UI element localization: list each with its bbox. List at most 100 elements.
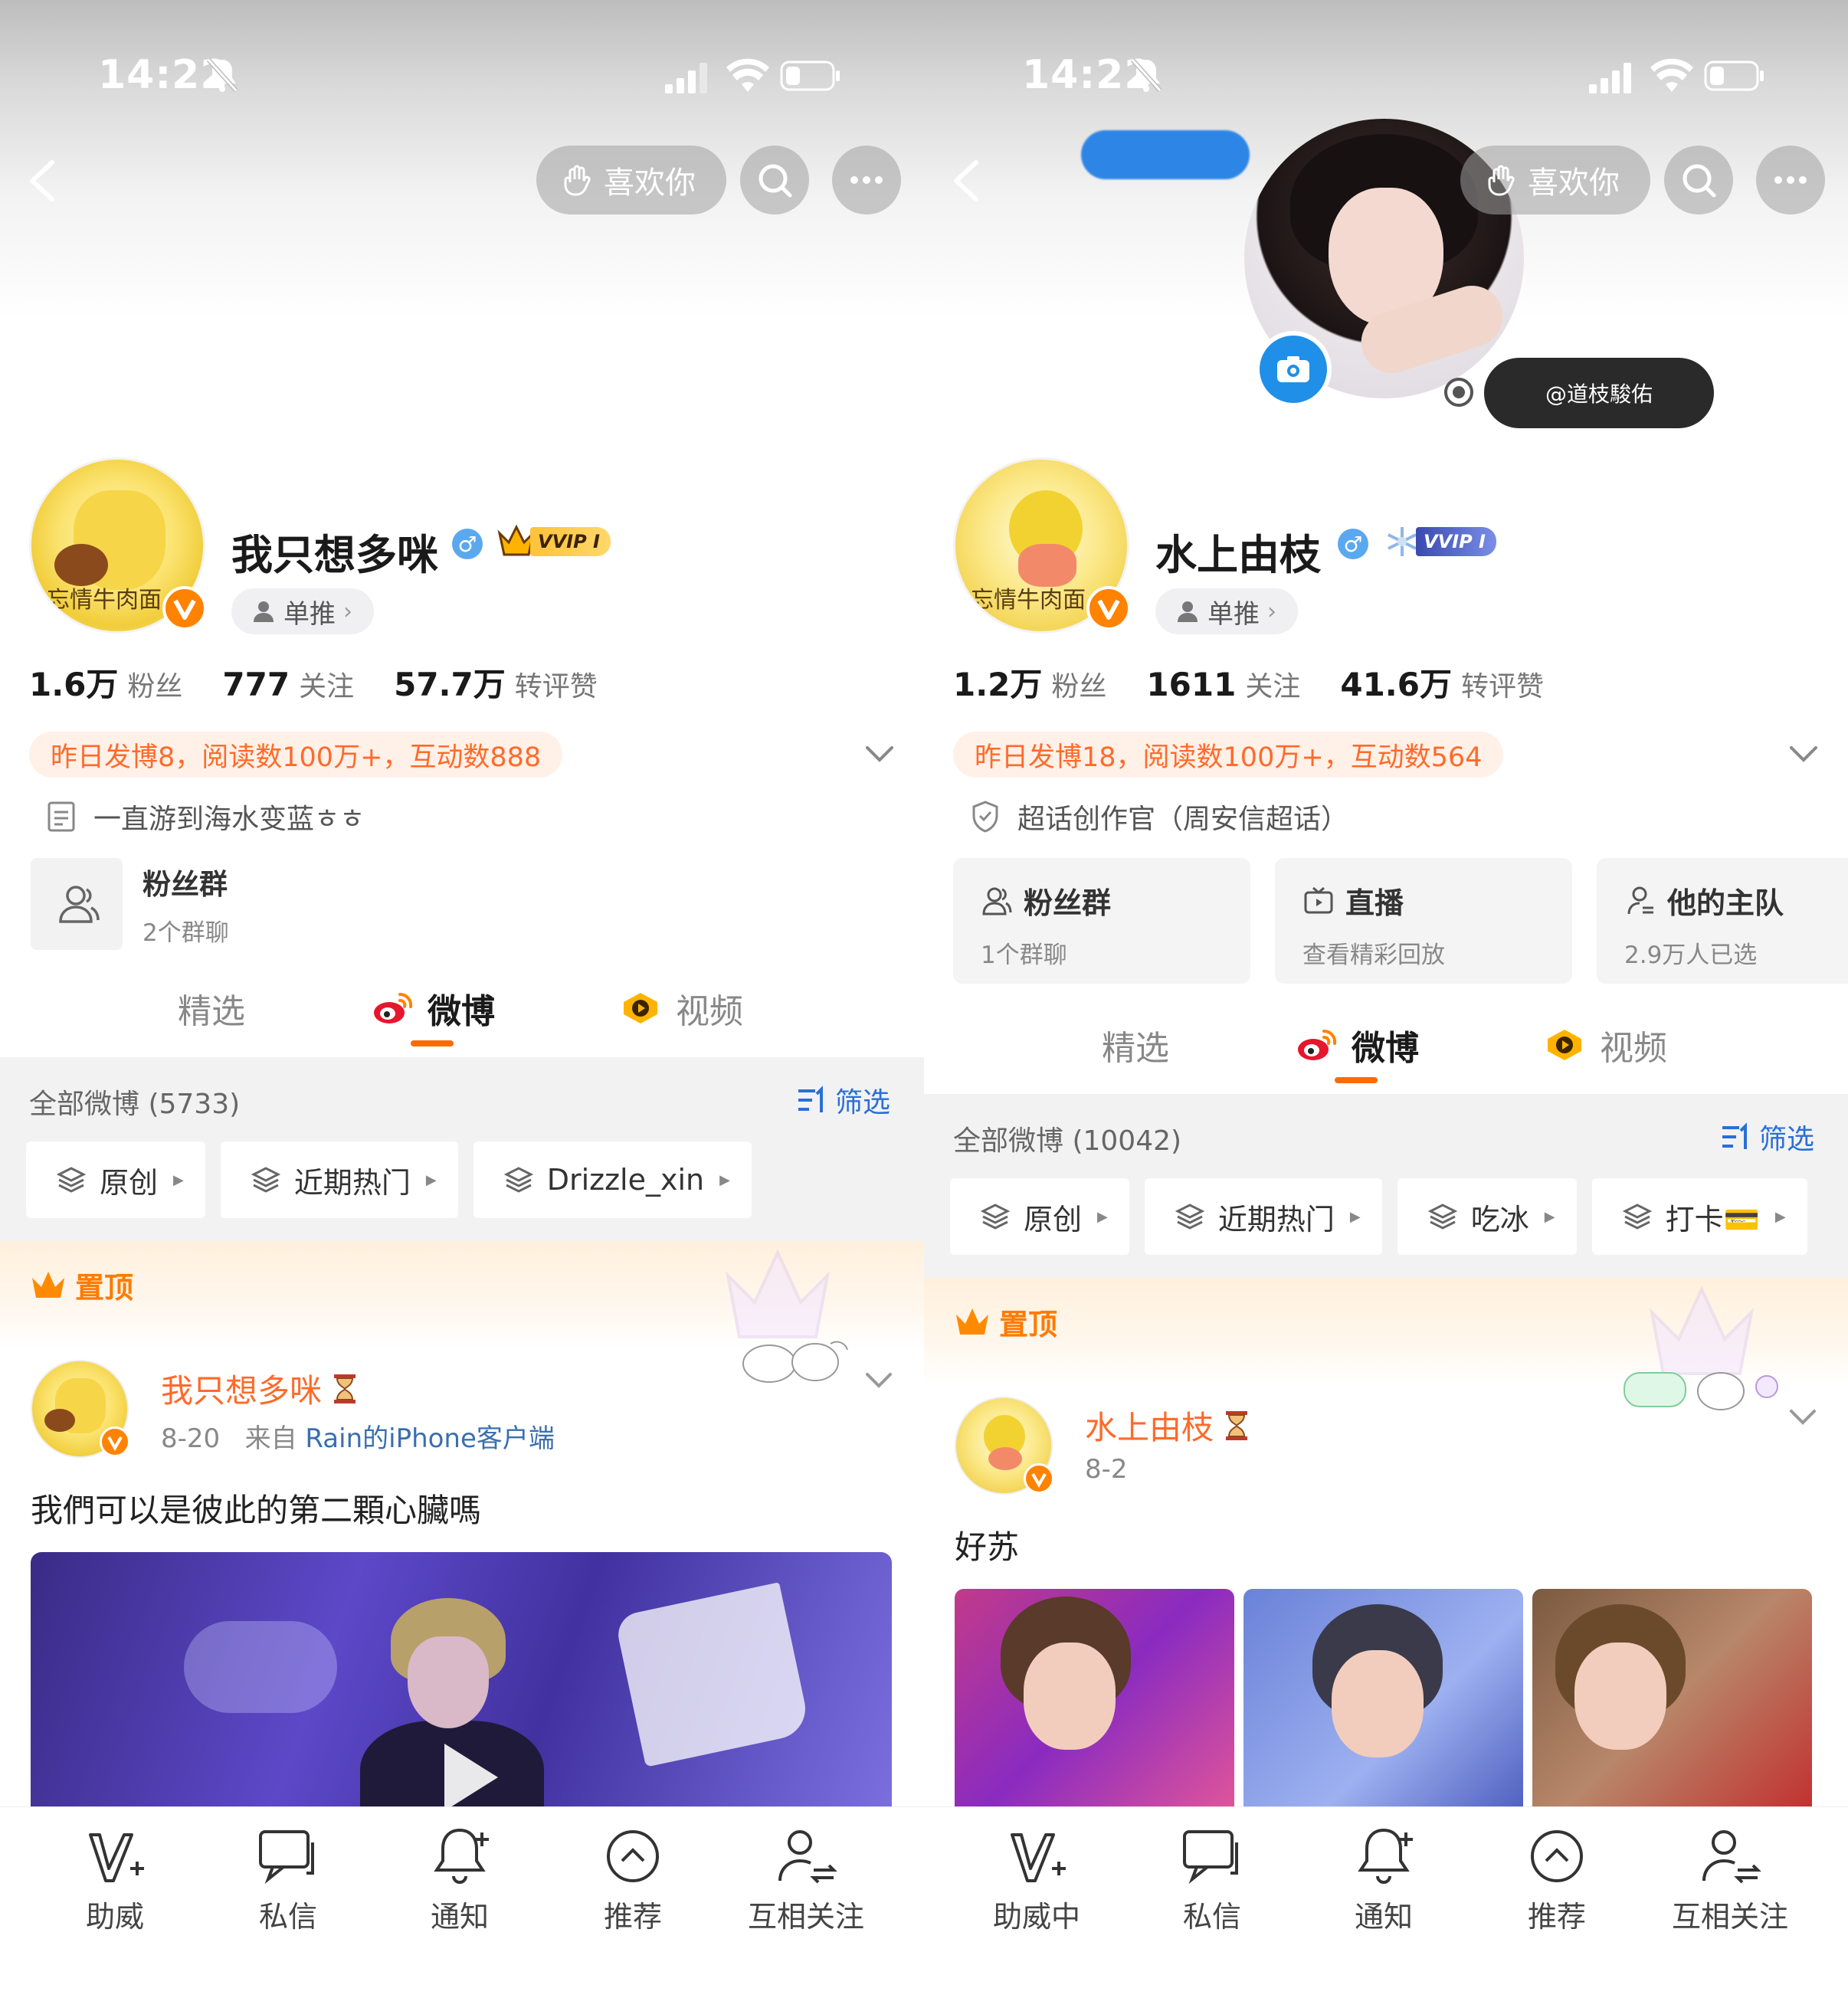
- chevron-right-icon: ›: [1267, 598, 1276, 625]
- post-source[interactable]: Rain的iPhone客户端: [305, 1423, 554, 1454]
- mutual-follow-icon: [1702, 1830, 1761, 1884]
- tv-icon: [1304, 886, 1333, 913]
- post-image[interactable]: [1532, 1589, 1812, 1811]
- message-button[interactable]: 私信: [256, 1824, 320, 1935]
- activity-summary[interactable]: 昨日发博18，阅读数100万+，互动数564: [953, 732, 1504, 778]
- card-title: 直播: [1345, 886, 1404, 920]
- camera-button[interactable]: [1255, 331, 1332, 408]
- tab-video[interactable]: 视频: [619, 984, 743, 1033]
- single-support-tag[interactable]: 单推 ›: [1155, 588, 1298, 634]
- single-support-tag[interactable]: 单推 ›: [231, 588, 374, 634]
- message-button[interactable]: 私信: [1180, 1824, 1244, 1935]
- post-author-name[interactable]: 我只想多咪: [161, 1365, 359, 1412]
- recommend-button[interactable]: 推荐: [1525, 1824, 1589, 1935]
- chip-recent-hot[interactable]: 近期热门 ▶: [220, 1141, 458, 1218]
- search-button[interactable]: [740, 146, 809, 215]
- pinned-text: 置顶: [75, 1271, 134, 1305]
- chevron-down-icon[interactable]: [1787, 737, 1820, 771]
- mute-bell-icon: [1130, 57, 1162, 93]
- tab-video[interactable]: 视频: [1543, 1020, 1667, 1069]
- chevron-down-icon[interactable]: [863, 737, 896, 771]
- hand-wave-icon: [564, 165, 591, 196]
- chip-original[interactable]: 原创 ▶: [26, 1141, 205, 1218]
- layers-icon: [1175, 1204, 1204, 1230]
- stat-followers[interactable]: 1.2万 粉丝: [953, 659, 1106, 706]
- users-icon: [59, 886, 100, 923]
- tab-weibo[interactable]: 微博: [1295, 1020, 1419, 1069]
- cheer-v-plus-icon: [89, 1833, 144, 1882]
- search-button[interactable]: [1664, 146, 1733, 215]
- stat-interactions[interactable]: 57.7万 转评赞: [394, 659, 598, 706]
- chip-drizzle[interactable]: Drizzle_xin ▶: [473, 1141, 752, 1218]
- post-image[interactable]: [1243, 1589, 1523, 1811]
- back-arrow-icon[interactable]: [25, 158, 63, 204]
- all-posts-count: 全部微博 (5733): [29, 1089, 241, 1120]
- video-logo-icon: [1548, 1030, 1581, 1060]
- weibo-logo-icon: [374, 992, 413, 1024]
- more-button[interactable]: [832, 146, 901, 215]
- notify-button[interactable]: 通知: [1352, 1824, 1416, 1935]
- activity-summary[interactable]: 昨日发博8，阅读数100万+，互动数888: [29, 732, 563, 778]
- stat-number: 1.6万: [29, 666, 119, 703]
- tab-label: 微博: [428, 992, 495, 1031]
- chip-recent-hot[interactable]: 近期热门 ▶: [1144, 1178, 1382, 1255]
- chip-original[interactable]: 原创 ▶: [950, 1178, 1129, 1255]
- post-author-name[interactable]: 水上由枝: [1085, 1402, 1250, 1449]
- chevron-right-icon: ›: [343, 598, 352, 625]
- profile-username: 我只想多咪: [231, 531, 438, 579]
- fan-group-entry[interactable]: 粉丝群 2个群聊: [31, 858, 229, 950]
- mutual-follow-button[interactable]: 互相关注: [1672, 1824, 1788, 1935]
- stat-label: 转评赞: [1460, 671, 1544, 703]
- profile-panel-right: 14:22 喜欢你 @道枝駿佑 忘情牛肉面 水上由枝 ♂ VVIP I 单推 ›…: [924, 0, 1848, 2011]
- stat-following[interactable]: 777 关注: [222, 664, 354, 704]
- photo-tag-handle[interactable]: @道枝駿佑: [1484, 358, 1714, 428]
- play-icon[interactable]: [444, 1744, 498, 1811]
- stat-interactions[interactable]: 41.6万 转评赞: [1340, 659, 1544, 706]
- profile-bio: 超话创作官（周安信超话）: [970, 797, 1348, 837]
- card-fan-group[interactable]: 粉丝群 1个群聊: [953, 858, 1250, 984]
- stat-following[interactable]: 1611 关注: [1146, 664, 1300, 704]
- chip-checkin[interactable]: 打卡💳 ▶: [1591, 1178, 1807, 1255]
- bottom-action-bar: 助威 私信 通知 推荐 互相关注: [0, 1806, 924, 2011]
- caret-right-icon: ▶: [719, 1171, 730, 1188]
- stat-number: 1611: [1146, 666, 1237, 703]
- tab-weibo[interactable]: 微博: [371, 984, 495, 1033]
- tab-featured[interactable]: 精选: [178, 984, 245, 1033]
- cheer-button[interactable]: 助威: [83, 1824, 147, 1935]
- stat-number: 57.7万: [394, 666, 506, 703]
- filter-button[interactable]: 筛选: [1719, 1117, 1814, 1157]
- recommend-button[interactable]: 推荐: [601, 1824, 665, 1935]
- post-video-thumbnail[interactable]: [31, 1552, 892, 1813]
- vvip-badge[interactable]: VVIP I: [496, 524, 611, 559]
- vvip-badge[interactable]: VVIP I: [1382, 524, 1496, 559]
- screenshot-composite: 14:22 喜欢你 忘情牛肉面 我只想多咪 ♂ VVIP I 单推 › 1.6万…: [0, 0, 1848, 2011]
- cheer-button[interactable]: 助威中: [993, 1824, 1080, 1935]
- stat-followers[interactable]: 1.6万 粉丝: [29, 659, 182, 706]
- card-live[interactable]: 直播 查看精彩回放: [1275, 858, 1572, 984]
- like-you-button[interactable]: 喜欢你: [1460, 146, 1650, 215]
- post-image[interactable]: [955, 1589, 1234, 1811]
- tab-featured[interactable]: 精选: [1102, 1020, 1169, 1069]
- post-text: 我們可以是彼此的第二顆心臟嗎: [31, 1492, 482, 1529]
- chip-ice[interactable]: 吃冰 ▶: [1397, 1178, 1577, 1255]
- card-main-team[interactable]: 他的主队 2.9万人已选: [1597, 858, 1848, 984]
- post-chevron-down-icon[interactable]: [1787, 1400, 1819, 1433]
- pinned-label: 置顶: [29, 1264, 133, 1306]
- battery-icon: [780, 61, 840, 91]
- like-you-button[interactable]: 喜欢你: [536, 146, 726, 215]
- post-source-prefix: 来自: [244, 1423, 297, 1454]
- stat-label: 关注: [1245, 671, 1301, 703]
- bell-plus-icon: [434, 1828, 489, 1884]
- cell-signal-icon: [1589, 63, 1631, 93]
- caret-right-icon: ▶: [425, 1171, 437, 1188]
- notify-button[interactable]: 通知: [428, 1824, 492, 1935]
- post-chevron-down-icon[interactable]: [863, 1364, 895, 1396]
- bottom-label: 互相关注: [1672, 1900, 1789, 1934]
- fan-group-count: 2个群聊: [143, 919, 229, 947]
- layers-icon: [57, 1167, 86, 1193]
- more-button[interactable]: [1756, 146, 1825, 215]
- card-title: 粉丝群: [1024, 886, 1112, 920]
- fan-group-icon-box: [31, 858, 123, 950]
- mutual-follow-button[interactable]: 互相关注: [748, 1824, 864, 1935]
- filter-button[interactable]: 筛选: [795, 1080, 890, 1120]
